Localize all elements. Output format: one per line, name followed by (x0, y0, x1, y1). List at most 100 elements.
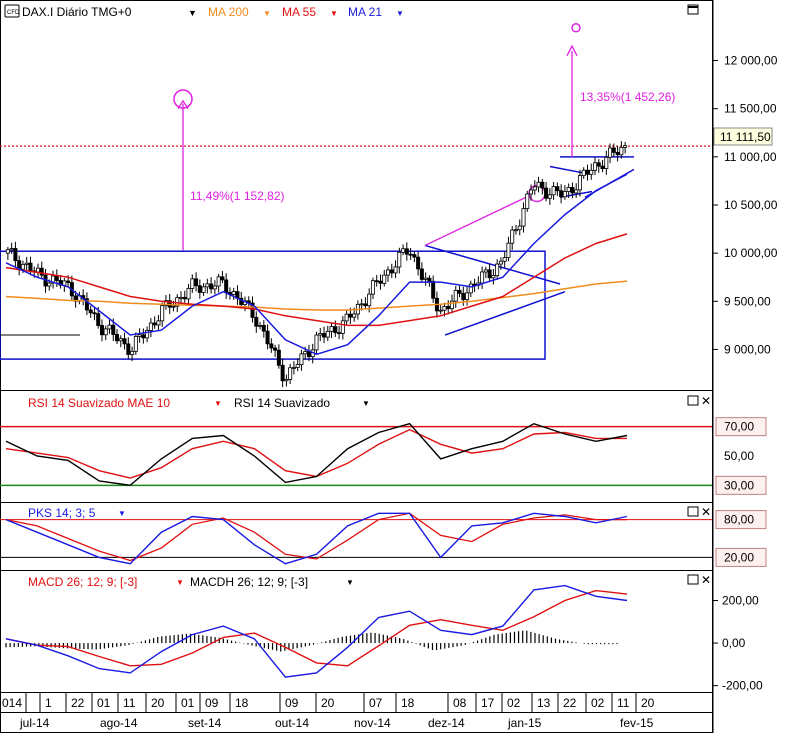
candle-body (209, 283, 214, 290)
rsi-title-smoothed-mae[interactable]: RSI 14 Suavizado MAE 10 (28, 396, 170, 410)
candle-body (303, 351, 308, 355)
pks-title[interactable]: PKS 14; 3; 5 (28, 506, 96, 520)
symbol-title[interactable]: DAX.I Diário TMG+0 (22, 5, 132, 19)
day-tick-label: 01 (97, 696, 111, 710)
candle-body (231, 291, 236, 296)
macd-maximize-icon[interactable] (687, 574, 699, 585)
day-tick-label: 07 (369, 696, 383, 710)
candle-body (88, 309, 93, 314)
candle-body (517, 225, 522, 231)
pks-close-icon[interactable]: ✕ (701, 505, 711, 519)
candle-body (581, 169, 586, 177)
candle-body (141, 334, 146, 339)
candle-body (593, 162, 598, 171)
candle-body (419, 268, 424, 280)
candle-body (412, 254, 417, 258)
candle-body (457, 289, 462, 294)
candle-body (47, 282, 52, 287)
price-tick-label: 10 500,00 (724, 198, 778, 212)
candle-body (442, 306, 447, 311)
candle-body (186, 288, 191, 300)
candle-body (130, 350, 135, 355)
candle-body (570, 187, 575, 194)
last-price-label: 11 111,50 (720, 130, 771, 144)
price-tick-label: 9 500,00 (724, 294, 771, 308)
candle-body (66, 280, 71, 283)
candle-body (423, 277, 428, 280)
price-tick-label: 11 500,00 (724, 102, 777, 116)
candle-body (24, 262, 29, 265)
rsi-dropdown-icon-2[interactable]: ▼ (362, 399, 370, 408)
rsi-title-smoothed[interactable]: RSI 14 Suavizado (234, 396, 330, 410)
candle-body (288, 367, 293, 380)
candle-body (438, 309, 443, 312)
candle-body (544, 187, 549, 199)
candle-body (367, 293, 372, 307)
candle-body (577, 175, 582, 191)
candle-body (306, 351, 311, 358)
candle-body (190, 278, 195, 289)
day-tick-label: 20 (641, 696, 655, 710)
macdh-dropdown-icon[interactable]: ▼ (346, 578, 354, 587)
pks-maximize-icon[interactable] (687, 506, 699, 517)
rsi-dropdown-icon-1[interactable]: ▼ (214, 399, 222, 408)
day-tick-label: 22 (563, 696, 577, 710)
ma200-dropdown-icon[interactable]: ▼ (263, 9, 271, 18)
candle-body (483, 269, 488, 273)
day-tick-label: 08 (453, 696, 467, 710)
candle-body (39, 267, 44, 276)
day-tick-label: 01 (181, 696, 195, 710)
candle-body (152, 322, 157, 326)
month-tick-label: out-14 (275, 716, 309, 730)
candle-body (359, 303, 364, 306)
macd-tick-label: 200,00 (722, 594, 759, 608)
candle-body (254, 317, 259, 327)
candle-body (333, 326, 338, 334)
candle-body (389, 269, 394, 274)
price-tick-label: 9 000,00 (724, 342, 771, 356)
candle-body (465, 292, 470, 301)
day-tick-label: 20 (151, 696, 165, 710)
candle-body (258, 325, 263, 327)
macd-tick-label: 0,00 (722, 636, 746, 650)
macd-title[interactable]: MACD 26; 12; 9; [-3] (28, 575, 137, 589)
candle-body (623, 145, 628, 148)
ma200-legend[interactable]: MA 200 (208, 5, 249, 19)
candle-body (408, 253, 413, 256)
candle-body (126, 343, 131, 355)
rsi-tick-label: 30,00 (724, 478, 754, 492)
pks-tick-label: 20,00 (724, 550, 754, 564)
symbol-dropdown-icon[interactable]: ▼ (188, 8, 197, 18)
ma55-dropdown-icon[interactable]: ▼ (330, 9, 338, 18)
macd-close-icon[interactable]: ✕ (701, 573, 711, 587)
candle-body (13, 248, 18, 262)
month-tick-label: fev-15 (620, 716, 654, 730)
candle-body (212, 285, 217, 290)
pks-dropdown-icon[interactable]: ▼ (118, 509, 126, 518)
macd-tick-label: -200,00 (722, 679, 763, 693)
macd-dropdown-icon[interactable]: ▼ (176, 578, 184, 587)
ma21-legend[interactable]: MA 21 (348, 5, 382, 19)
candle-body (427, 277, 432, 282)
day-tick-label: 22 (71, 696, 85, 710)
candle-body (295, 364, 300, 368)
candle-body (137, 334, 142, 337)
macdh-title[interactable]: MACDH 26; 12; 9; [-3] (190, 575, 308, 589)
candle-body (133, 336, 138, 352)
candle-body (348, 313, 353, 318)
candle-body (148, 322, 153, 331)
candle-body (35, 267, 40, 273)
day-tick-label: 02 (591, 696, 605, 710)
candle-body (54, 275, 59, 281)
candle-body (340, 320, 345, 334)
ma55-legend[interactable]: MA 55 (282, 5, 316, 19)
candle-body (480, 271, 485, 284)
rsi-close-icon[interactable]: ✕ (701, 394, 711, 408)
ma21-dropdown-icon[interactable]: ▼ (396, 9, 404, 18)
day-tick-label: 11 (617, 696, 630, 710)
candle-body (574, 189, 579, 194)
rsi-maximize-icon[interactable] (687, 395, 699, 406)
candle-body (604, 156, 609, 169)
candle-body (265, 330, 270, 345)
candle-body (122, 338, 127, 345)
